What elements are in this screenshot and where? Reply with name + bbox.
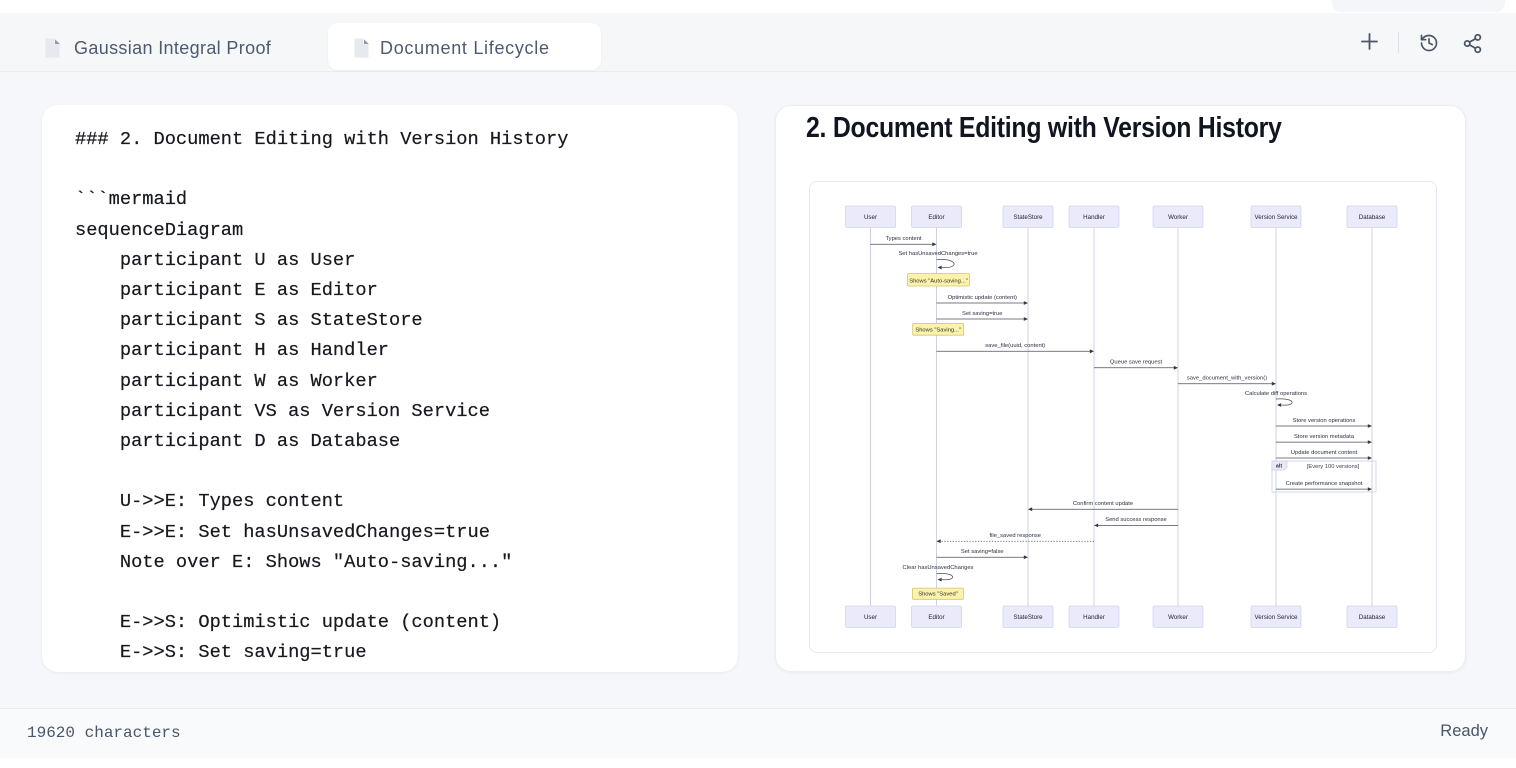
- svg-text:Set saving=false: Set saving=false: [961, 549, 1004, 555]
- svg-text:Set saving=true: Set saving=true: [962, 311, 1002, 317]
- svg-text:Shows "Saved": Shows "Saved": [918, 592, 958, 598]
- svg-text:Create performance snapshot: Create performance snapshot: [1286, 481, 1363, 487]
- svg-text:Database: Database: [1359, 214, 1386, 221]
- svg-text:alt: alt: [1276, 463, 1282, 469]
- svg-text:save_document_with_version(): save_document_with_version(): [1187, 376, 1267, 382]
- svg-text:StateStore: StateStore: [1013, 214, 1043, 221]
- svg-text:Database: Database: [1359, 614, 1386, 621]
- svg-text:Types content: Types content: [885, 236, 921, 242]
- svg-text:Confirm content update: Confirm content update: [1073, 501, 1133, 507]
- svg-text:Store version operations: Store version operations: [1293, 418, 1356, 424]
- svg-text:Update document content: Update document content: [1291, 450, 1358, 456]
- svg-text:Worker: Worker: [1168, 614, 1188, 621]
- svg-text:Editor: Editor: [928, 214, 944, 221]
- svg-text:User: User: [864, 214, 877, 221]
- svg-text:Version Service: Version Service: [1255, 614, 1299, 621]
- svg-text:Editor: Editor: [928, 614, 944, 621]
- svg-text:Optimistic update (content): Optimistic update (content): [948, 295, 1017, 301]
- svg-text:Handler: Handler: [1083, 614, 1105, 621]
- svg-text:save_file(uuid, content): save_file(uuid, content): [985, 343, 1045, 349]
- svg-text:StateStore: StateStore: [1013, 614, 1043, 621]
- svg-text:Set hasUnsavedChanges=true: Set hasUnsavedChanges=true: [898, 251, 977, 257]
- svg-text:Store version metadata: Store version metadata: [1294, 434, 1355, 440]
- svg-text:Send success response: Send success response: [1105, 517, 1167, 523]
- svg-text:Shows "Saving...": Shows "Saving...": [915, 327, 961, 333]
- svg-text:[Every 100 versions]: [Every 100 versions]: [1307, 464, 1360, 470]
- svg-text:file_saved response: file_saved response: [989, 533, 1041, 539]
- svg-text:Version Service: Version Service: [1255, 214, 1299, 221]
- svg-text:Clear hasUnsavedChanges: Clear hasUnsavedChanges: [903, 565, 974, 571]
- svg-text:Queue save request: Queue save request: [1110, 360, 1163, 366]
- svg-text:Calculate diff operations: Calculate diff operations: [1245, 391, 1307, 397]
- svg-text:User: User: [864, 614, 877, 621]
- svg-text:Worker: Worker: [1168, 214, 1188, 221]
- svg-text:Handler: Handler: [1083, 214, 1105, 221]
- svg-text:Shows "Auto-saving...": Shows "Auto-saving...": [909, 279, 968, 285]
